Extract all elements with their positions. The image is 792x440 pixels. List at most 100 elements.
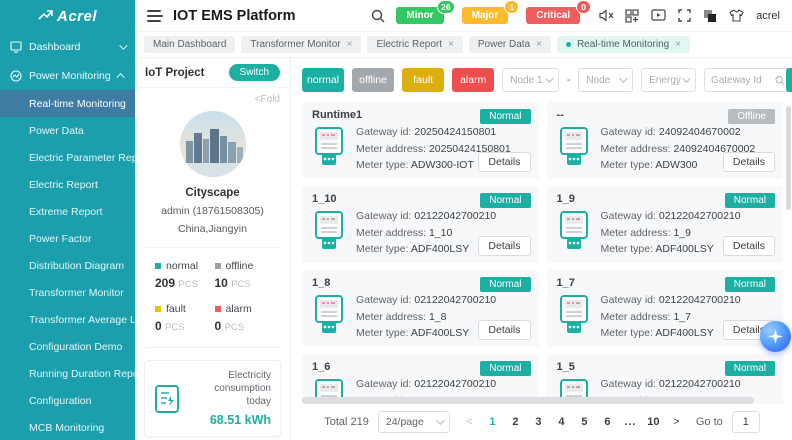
- tab-main-dashboard[interactable]: Main Dashboard: [144, 36, 235, 53]
- vertical-scrollbar[interactable]: [786, 106, 791, 210]
- apps-icon[interactable]: [624, 8, 640, 24]
- offline-legend-swatch: [215, 263, 221, 269]
- gateway-search-input[interactable]: [711, 75, 771, 86]
- page-number[interactable]: 10: [643, 411, 664, 433]
- tab-electric-report[interactable]: Electric Report×: [367, 36, 462, 53]
- tab-real-time-monitoring[interactable]: Real-time Monitoring×: [557, 36, 690, 53]
- project-name: Cityscape: [135, 187, 290, 199]
- alarm-legend-swatch: [215, 306, 221, 312]
- details-button[interactable]: Details: [478, 152, 530, 172]
- normal-legend-swatch: [155, 263, 161, 269]
- status-badge: Normal: [480, 193, 530, 208]
- sidebar-collapse-icon[interactable]: [147, 10, 163, 22]
- theme-icon[interactable]: [702, 8, 718, 24]
- filter-offline-button[interactable]: offline: [352, 68, 394, 92]
- page-number[interactable]: 2: [505, 411, 526, 433]
- stat-unit: PCS: [165, 322, 185, 333]
- sidebar-item-transformer-monitor[interactable]: Transformer Monitor: [0, 279, 135, 306]
- fullscreen-icon[interactable]: [676, 8, 692, 24]
- details-button[interactable]: Details: [478, 320, 530, 340]
- sidebar-item-electric-report[interactable]: Electric Report: [0, 171, 135, 198]
- horizontal-scrollbar[interactable]: [302, 397, 754, 404]
- page-number[interactable]: 4: [551, 411, 572, 433]
- page-number[interactable]: 6: [597, 411, 618, 433]
- sidebar-item-power-data[interactable]: Power Data: [0, 117, 135, 144]
- sidebar-item-mcb-monitoring[interactable]: MCB Monitoring: [0, 414, 135, 440]
- sidebar-item-label: Dashboard: [29, 41, 112, 53]
- consumption-title: Electricity consumption today: [188, 369, 271, 408]
- sidebar-item-power-factor[interactable]: Power Factor: [0, 225, 135, 252]
- filter-fault-button[interactable]: fault: [402, 68, 444, 92]
- sidebar-item-real-time-monitoring[interactable]: Real-time Monitoring: [0, 90, 135, 117]
- tab-label: Transformer Monitor: [250, 39, 340, 50]
- device-card: 1_7 Normal Gateway id: 02122042700210 Me…: [547, 270, 784, 347]
- sidebar-item-extreme-report[interactable]: Extreme Report: [0, 198, 135, 225]
- active-tab-dot: [566, 42, 571, 47]
- major-alarm-badge[interactable]: Major 1: [462, 7, 509, 24]
- goto-page-input[interactable]: [732, 411, 760, 433]
- node-to-select[interactable]: Node: [578, 68, 633, 92]
- device-card-list: Runtime1 Normal Gateway id: 202504241508…: [302, 102, 783, 404]
- ai-assistant-button[interactable]: [760, 321, 791, 352]
- close-icon[interactable]: ×: [675, 39, 681, 50]
- filter-normal-button[interactable]: normal: [302, 68, 344, 92]
- type-value: ADW300-IOT: [411, 159, 474, 171]
- sidebar-item-electric-parameter-report[interactable]: Electric Parameter Report: [0, 144, 135, 171]
- address-row: Meter address: 1_10: [356, 225, 496, 242]
- app-header: Acrel IOT EMS Platform Minor 26 Major 1 …: [0, 0, 792, 32]
- search-icon: [775, 75, 785, 86]
- dashboard-icon: [10, 41, 22, 53]
- critical-alarm-badge[interactable]: Critical 0: [526, 7, 580, 24]
- fold-panel-link[interactable]: <Fold: [135, 88, 290, 107]
- page-size-select[interactable]: 24/page: [378, 411, 450, 433]
- type-label: Meter type:: [356, 159, 409, 171]
- sidebar-item-dashboard[interactable]: Dashboard: [0, 32, 135, 61]
- energy-select[interactable]: Energy: [641, 68, 696, 92]
- tab-power-data[interactable]: Power Data×: [469, 36, 551, 53]
- close-icon[interactable]: ×: [347, 39, 353, 50]
- project-panel-title: IoT Project: [145, 67, 204, 79]
- device-card: -- Offline Gateway id: 24092404670002 Me…: [547, 102, 784, 179]
- username[interactable]: acrel: [756, 10, 780, 22]
- page-number[interactable]: 1: [482, 411, 503, 433]
- sidebar-item-configuration-demo[interactable]: Configuration Demo: [0, 333, 135, 360]
- brand-logo-icon: [38, 10, 53, 23]
- switch-project-button[interactable]: Switch: [229, 64, 280, 81]
- page-number[interactable]: 3: [528, 411, 549, 433]
- sidebar-item-transformer-average-load[interactable]: Transformer Average Loa...: [0, 306, 135, 333]
- clipped-search-button[interactable]: [786, 68, 792, 92]
- prev-page-button[interactable]: <: [459, 411, 480, 433]
- major-alarm-label: Major: [472, 10, 499, 21]
- page-number[interactable]: 5: [574, 411, 595, 433]
- status-badge: Offline: [728, 109, 775, 124]
- stat-alarm: alarm 0 PCS: [215, 303, 275, 333]
- close-icon[interactable]: ×: [536, 39, 542, 50]
- consumption-value: 68.51 kWh: [188, 412, 271, 428]
- next-page-button[interactable]: >: [666, 411, 687, 433]
- sidebar-item-power-monitoring[interactable]: Power Monitoring: [0, 61, 135, 90]
- details-button[interactable]: Details: [723, 236, 775, 256]
- goto-label: Go to: [696, 416, 723, 428]
- node-from-select[interactable]: Node 1: [502, 68, 558, 92]
- filter-alarm-button[interactable]: alarm: [452, 68, 494, 92]
- meter-icon: [557, 126, 591, 168]
- sidebar-item-running-duration-report[interactable]: Running Duration Report: [0, 360, 135, 387]
- gateway-value: 20250424150801: [414, 126, 496, 138]
- minor-alarm-badge[interactable]: Minor 26: [396, 7, 443, 24]
- sidebar-item-configuration[interactable]: Configuration: [0, 387, 135, 414]
- close-icon[interactable]: ×: [448, 39, 454, 50]
- address-label: Meter address:: [601, 227, 671, 239]
- tab-transformer-monitor[interactable]: Transformer Monitor ×: [241, 36, 361, 53]
- pages-ellipsis[interactable]: ...: [620, 411, 641, 433]
- details-button[interactable]: Details: [723, 152, 775, 172]
- screencast-icon[interactable]: [650, 8, 666, 24]
- skin-icon[interactable]: [728, 8, 744, 24]
- search-icon[interactable]: [370, 8, 386, 24]
- type-value: ADF400LSY: [411, 243, 469, 255]
- sidebar-item-distribution-diagram[interactable]: Distribution Diagram: [0, 252, 135, 279]
- details-button[interactable]: Details: [478, 236, 530, 256]
- stat-value: 10: [215, 276, 228, 290]
- address-value: 1_7: [673, 311, 691, 323]
- mute-icon[interactable]: [598, 8, 614, 24]
- gateway-search-box[interactable]: [704, 68, 792, 92]
